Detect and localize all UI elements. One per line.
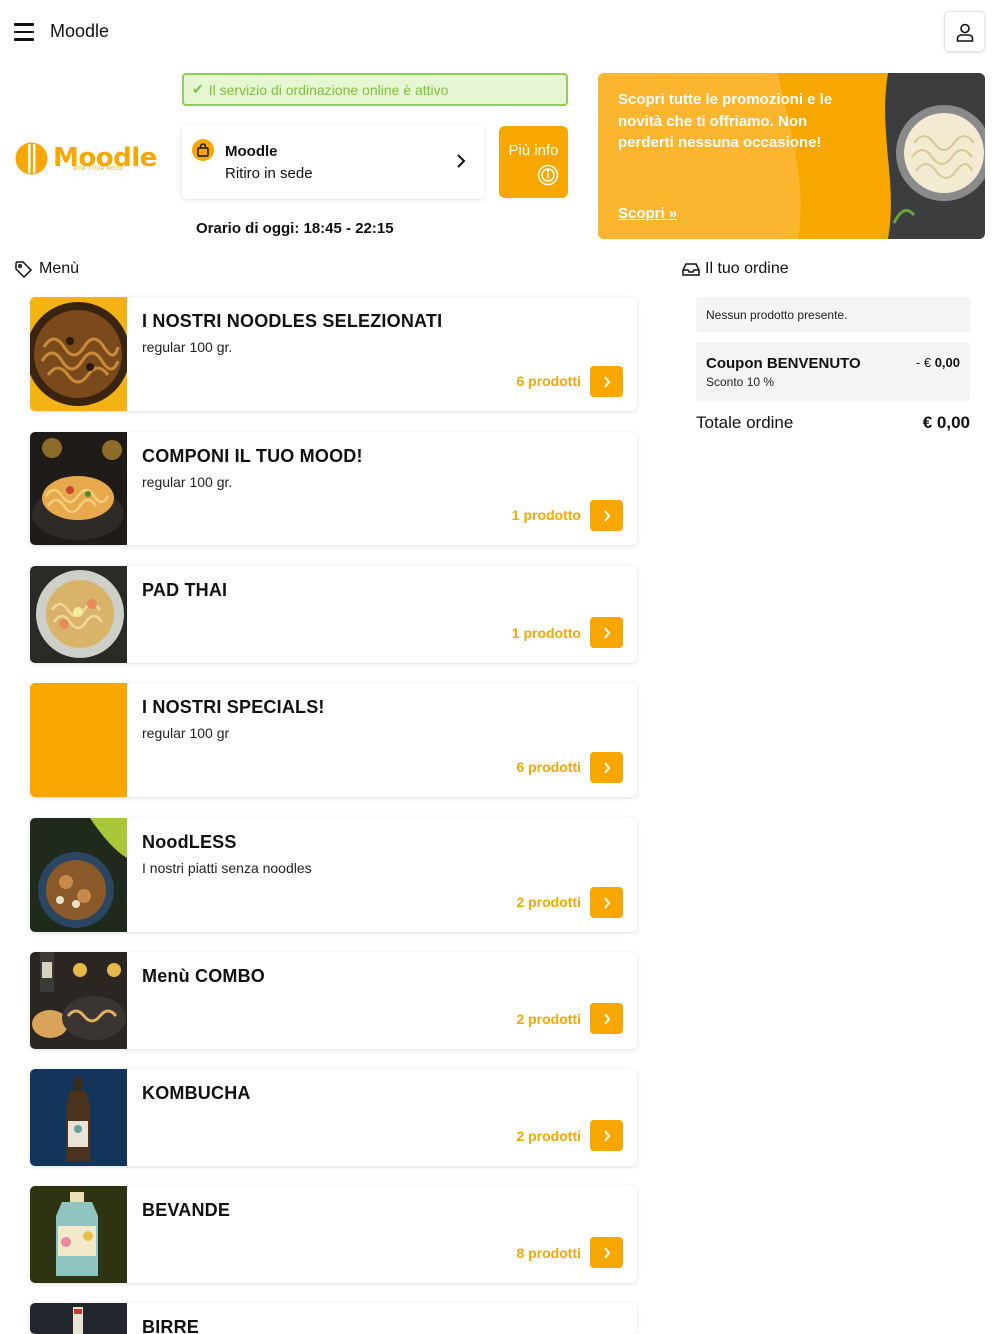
promo-text: Scopri tutte le promozioni e le novità c… — [618, 91, 833, 151]
ordering-status: ✔ Il servizio di ordinazione online è at… — [182, 73, 568, 106]
open-category-button[interactable] — [590, 617, 623, 648]
open-category-button[interactable] — [590, 752, 623, 783]
category-count: 2 prodotti — [516, 1128, 581, 1144]
chevron-right-icon — [603, 509, 610, 522]
brand-logo: Moodle WOK YOUR MOOD — [15, 138, 160, 178]
category-card[interactable]: BEVANDE 8 prodotti — [30, 1186, 637, 1283]
category-card[interactable]: Menù COMBO 2 prodotti — [30, 952, 637, 1049]
category-title: BIRRE — [142, 1317, 200, 1334]
category-card[interactable]: COMPONI IL TUO MOOD! regular 100 gr. 1 p… — [30, 432, 637, 545]
category-count: 6 prodotti — [516, 759, 581, 775]
coupon-amount-prefix: - € — [915, 355, 932, 370]
coupon-name: Coupon BENVENUTO — [706, 355, 861, 372]
check-icon: ✔ — [192, 81, 204, 97]
store-selector[interactable]: Moodle Ritiro in sede — [182, 125, 484, 199]
user-icon — [956, 23, 973, 42]
menu-icon[interactable] — [14, 23, 34, 41]
opening-hours: Orario di oggi: 18:45 - 22:15 — [196, 220, 394, 237]
chevron-right-icon — [603, 1012, 610, 1025]
category-title: NoodLESS — [142, 832, 237, 852]
chevron-right-icon — [603, 896, 610, 909]
more-info-button[interactable]: Più info — [499, 126, 568, 198]
coupon-box: Coupon BENVENUTO Sconto 10 % - € 0,00 — [696, 342, 970, 401]
category-count: 8 prodotti — [516, 1245, 581, 1261]
open-category-button[interactable] — [590, 887, 623, 918]
open-category-button[interactable] — [590, 1003, 623, 1034]
user-button[interactable] — [944, 11, 985, 52]
category-count: 6 prodotti — [516, 373, 581, 389]
menu-heading: Menù — [15, 260, 79, 278]
promo-link[interactable]: Scopri » — [618, 205, 677, 222]
order-empty-message: Nessun prodotto presente. — [696, 297, 970, 332]
category-description: regular 100 gr. — [142, 339, 233, 355]
chevron-right-icon — [457, 154, 466, 168]
chevron-right-icon — [603, 1129, 610, 1142]
order-total-label: Totale ordine — [696, 413, 794, 432]
mood-bowl-image — [30, 432, 127, 545]
logo-mark-icon — [15, 142, 48, 174]
beers-image — [30, 1303, 127, 1334]
open-category-button[interactable] — [590, 366, 623, 397]
bag-icon — [192, 139, 214, 161]
open-category-button[interactable] — [590, 1237, 623, 1268]
category-count: 2 prodotti — [516, 894, 581, 910]
promo-banner[interactable]: Scopri tutte le promozioni e le novità c… — [598, 73, 985, 239]
chevron-right-icon — [603, 1246, 610, 1259]
category-count: 1 prodotto — [511, 507, 581, 523]
app-title: Moodle — [50, 21, 110, 41]
category-description: regular 100 gr. — [142, 474, 233, 490]
chevron-right-icon — [603, 761, 610, 774]
category-title: BEVANDE — [142, 1200, 231, 1220]
category-title: COMPONI IL TUO MOOD! — [142, 446, 363, 466]
category-description: regular 100 gr — [142, 725, 230, 741]
chevron-right-icon — [603, 375, 610, 388]
category-title: KOMBUCHA — [142, 1083, 251, 1103]
combo-image — [30, 952, 127, 1049]
open-category-button[interactable] — [590, 1120, 623, 1151]
store-mode: Ritiro in sede — [225, 165, 313, 182]
order-total-value: € 0,00 — [922, 413, 970, 432]
open-category-button[interactable] — [590, 500, 623, 531]
top-bar: Moodle — [0, 0, 1000, 64]
inbox-icon — [682, 263, 700, 276]
chevron-right-icon — [603, 626, 610, 639]
category-card[interactable]: I NOSTRI SPECIALS! regular 100 gr 6 prod… — [30, 683, 637, 797]
category-card[interactable]: BIRRE — [30, 1303, 637, 1334]
menu-heading-label: Menù — [39, 260, 80, 277]
status-text: Il servizio di ordinazione online è atti… — [208, 81, 449, 98]
beverages-image — [30, 1186, 127, 1283]
kombucha-image — [30, 1069, 127, 1166]
order-heading: Il tuo ordine — [682, 260, 789, 278]
store-name: Moodle — [225, 143, 278, 160]
coupon-amount-value: 0,00 — [934, 355, 960, 370]
promo-link-label: Scopri — [618, 205, 665, 222]
category-card[interactable]: I NOSTRI NOODLES SELEZIONATI regular 100… — [30, 297, 637, 411]
order-heading-label: Il tuo ordine — [705, 260, 789, 277]
specials-placeholder-image — [30, 683, 127, 797]
category-title: I NOSTRI SPECIALS! — [142, 697, 325, 717]
category-title: I NOSTRI NOODLES SELEZIONATI — [142, 311, 443, 331]
pad-thai-image — [30, 566, 127, 663]
category-count: 2 prodotti — [516, 1011, 581, 1027]
category-card[interactable]: KOMBUCHA 2 prodotti — [30, 1069, 637, 1166]
more-info-label: Più info — [508, 142, 559, 159]
info-icon — [537, 164, 559, 186]
coupon-amount: - € 0,00 — [916, 355, 960, 370]
logo-tagline: WOK YOUR MOOD — [73, 166, 125, 172]
coupon-discount: Sconto 10 % — [706, 375, 775, 389]
category-description: I nostri piatti senza noodles — [142, 860, 312, 876]
category-title: PAD THAI — [142, 580, 228, 600]
category-title: Menù COMBO — [142, 966, 265, 986]
category-card[interactable]: NoodLESS I nostri piatti senza noodles 2… — [30, 818, 637, 932]
noodles-image — [30, 297, 127, 411]
noodless-image — [30, 818, 127, 932]
category-count: 1 prodotto — [511, 625, 581, 641]
category-card[interactable]: PAD THAI 1 prodotto — [30, 566, 637, 663]
tag-icon — [15, 260, 33, 278]
